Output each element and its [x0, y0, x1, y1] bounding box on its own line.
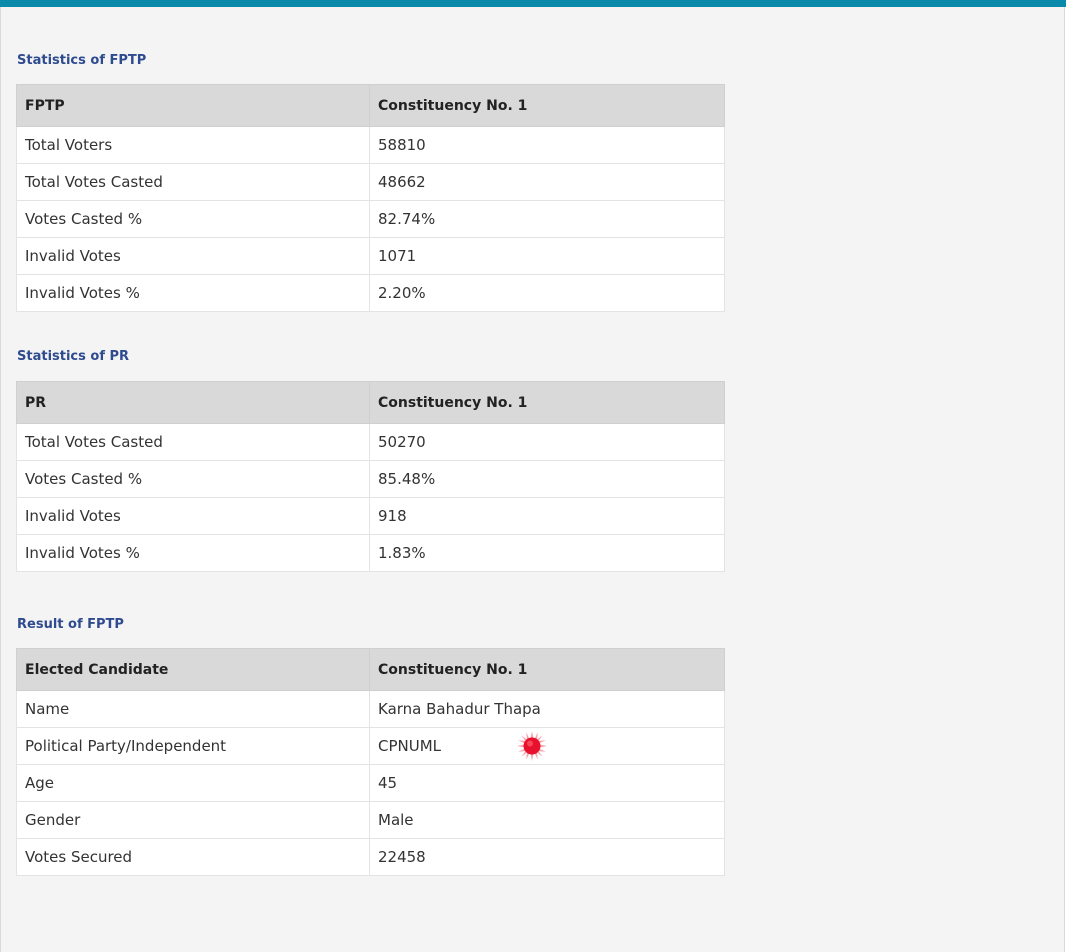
election-results-panel: Statistics of FPTP FPTP Constituency No.… [0, 7, 1065, 952]
row-label: Total Votes Casted [16, 423, 370, 461]
row-label: Total Voters [16, 126, 370, 164]
row-label: Total Votes Casted [16, 163, 370, 201]
table-header-row: Elected Candidate Constituency No. 1 [16, 648, 725, 691]
row-label: Name [16, 690, 370, 728]
table-row: Gender Male [16, 801, 725, 839]
column-header: FPTP [16, 84, 370, 127]
table-row: Votes Casted % 82.74% [16, 200, 725, 238]
row-label: Gender [16, 801, 370, 839]
column-header: Constituency No. 1 [369, 84, 725, 127]
row-value: 85.48% [369, 460, 725, 498]
sun-party-symbol-icon [517, 731, 547, 761]
row-value: 1071 [369, 237, 725, 275]
row-value: 50270 [369, 423, 725, 461]
pr-stats-table: PR Constituency No. 1 Total Votes Casted… [16, 381, 725, 572]
table-row: Total Votes Casted 48662 [16, 163, 725, 201]
column-header: Constituency No. 1 [369, 381, 725, 424]
row-label: Votes Casted % [16, 460, 370, 498]
fptp-stats-title: Statistics of FPTP [17, 53, 147, 68]
row-label: Invalid Votes [16, 497, 370, 535]
table-row: Invalid Votes % 2.20% [16, 274, 725, 312]
party-cell: CPNUML [369, 727, 725, 765]
table-row: Name Karna Bahadur Thapa [16, 690, 725, 728]
column-header: PR [16, 381, 370, 424]
row-label: Age [16, 764, 370, 802]
table-row: Invalid Votes 1071 [16, 237, 725, 275]
fptp-result-title: Result of FPTP [17, 617, 124, 632]
table-row: Political Party/Independent CPNUML [16, 727, 725, 765]
candidate-name: Karna Bahadur Thapa [369, 690, 725, 728]
party-cell-content: CPNUML [378, 731, 724, 761]
table-header-row: PR Constituency No. 1 [16, 381, 725, 424]
row-value: 2.20% [369, 274, 725, 312]
party-name: CPNUML [378, 737, 442, 755]
table-row: Total Voters 58810 [16, 126, 725, 164]
row-label: Votes Secured [16, 838, 370, 876]
row-value: 45 [369, 764, 725, 802]
table-row: Invalid Votes % 1.83% [16, 534, 725, 572]
row-value: 1.83% [369, 534, 725, 572]
table-header-row: FPTP Constituency No. 1 [16, 84, 725, 127]
row-label: Invalid Votes [16, 237, 370, 275]
table-row: Votes Secured 22458 [16, 838, 725, 876]
row-label: Invalid Votes % [16, 534, 370, 572]
row-value: Male [369, 801, 725, 839]
column-header: Elected Candidate [16, 648, 370, 691]
fptp-result-table: Elected Candidate Constituency No. 1 Nam… [16, 648, 725, 876]
table-row: Age 45 [16, 764, 725, 802]
row-value: 58810 [369, 126, 725, 164]
top-accent-bar [0, 0, 1066, 7]
pr-stats-title: Statistics of PR [17, 349, 130, 364]
table-row: Total Votes Casted 50270 [16, 423, 725, 461]
row-label: Political Party/Independent [16, 727, 370, 765]
table-row: Votes Casted % 85.48% [16, 460, 725, 498]
fptp-stats-table: FPTP Constituency No. 1 Total Voters 588… [16, 84, 725, 312]
row-value: 22458 [369, 838, 725, 876]
row-value: 82.74% [369, 200, 725, 238]
row-value: 48662 [369, 163, 725, 201]
table-row: Invalid Votes 918 [16, 497, 725, 535]
row-label: Votes Casted % [16, 200, 370, 238]
row-value: 918 [369, 497, 725, 535]
row-label: Invalid Votes % [16, 274, 370, 312]
column-header: Constituency No. 1 [369, 648, 725, 691]
